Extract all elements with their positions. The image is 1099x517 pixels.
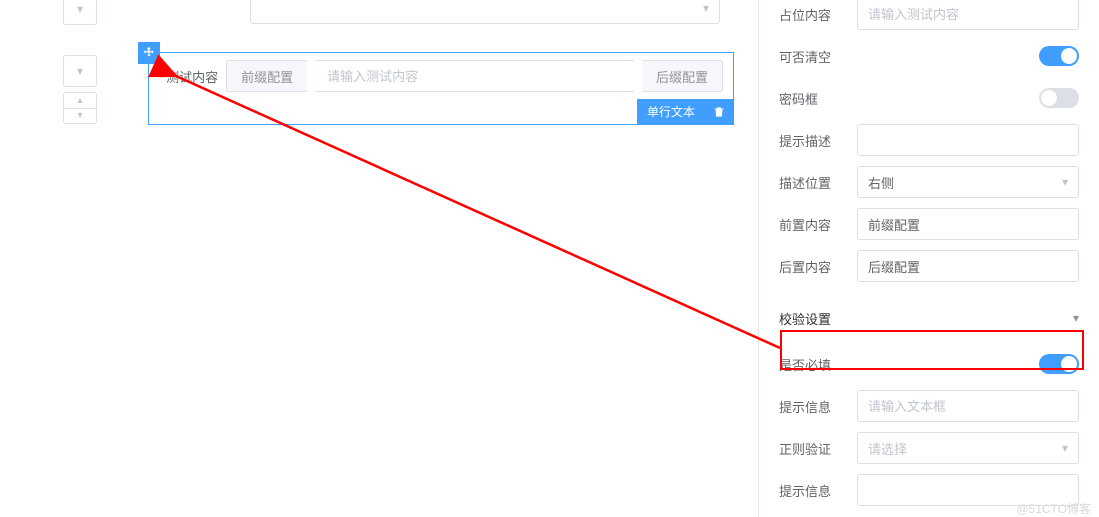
prop-required: 是否必填 [779,344,1079,384]
form-canvas: ▾ ▾ ▾ ▴▾ *测试内容 前缀配置 后缀配置 单行文本 [0,0,758,517]
truncated-number-stepper[interactable]: ▴▾ [63,92,97,124]
validation-section-header[interactable]: 校验设置 ▾ [779,298,1079,338]
tip-message-1-input[interactable] [857,390,1079,422]
watermark: @51CTO博客 [1016,500,1091,517]
required-toggle[interactable] [1039,354,1079,374]
prop-prepend: 前置内容 [779,204,1079,244]
prepend-input[interactable] [857,208,1079,240]
properties-panel: 占位内容 可否清空 密码框 提示描述 描述位置 右侧 ▾ 前置内容 后置内容 校… [758,0,1099,517]
placeholder-content-input[interactable] [857,0,1079,30]
test-content-input[interactable] [315,60,634,92]
chevron-down-icon: ▾ [77,2,83,16]
move-icon [142,46,156,60]
prop-tooltip-desc: 提示描述 [779,120,1079,160]
prop-password: 密码框 [779,78,1079,118]
append-input[interactable] [857,250,1079,282]
truncated-top-input[interactable]: ▾ [250,0,720,24]
move-handle[interactable] [138,42,160,64]
chevron-down-icon: ▾ [1073,311,1079,325]
field-footer: 单行文本 [149,99,733,124]
prop-tip-message-1: 提示信息 [779,386,1079,426]
chevron-down-icon: ▾ [1062,175,1068,189]
clearable-toggle[interactable] [1039,46,1079,66]
suffix-addon: 后缀配置 [642,60,723,92]
caret-down-icon: ▾ [64,109,96,124]
prop-append: 后置内容 [779,246,1079,286]
chevron-down-icon: ▾ [77,64,83,78]
caret-up-icon: ▴ [64,93,96,109]
prop-regex: 正则验证 请选择 ▾ [779,428,1079,468]
regex-select[interactable]: 请选择 ▾ [857,432,1079,464]
desc-position-select[interactable]: 右侧 ▾ [857,166,1079,198]
required-star-icon: * [159,70,164,85]
prop-clearable: 可否清空 [779,36,1079,76]
password-toggle[interactable] [1039,88,1079,108]
chevron-down-icon: ▾ [703,1,709,15]
truncated-select-2[interactable]: ▾ [63,55,97,87]
field-type-tag: 单行文本 [637,99,705,124]
prop-placeholder-content: 占位内容 [779,0,1079,34]
field-body: *测试内容 前缀配置 后缀配置 [149,53,733,99]
prop-desc-position: 描述位置 右侧 ▾ [779,162,1079,202]
truncated-select-1[interactable]: ▾ [63,0,97,25]
delete-button[interactable] [705,99,733,124]
field-label: *测试内容 [159,67,218,86]
prefix-addon: 前缀配置 [226,60,307,92]
trash-icon [712,105,726,119]
chevron-down-icon: ▾ [1062,441,1068,455]
selected-field-card[interactable]: *测试内容 前缀配置 后缀配置 单行文本 [148,52,734,125]
tooltip-desc-input[interactable] [857,124,1079,156]
